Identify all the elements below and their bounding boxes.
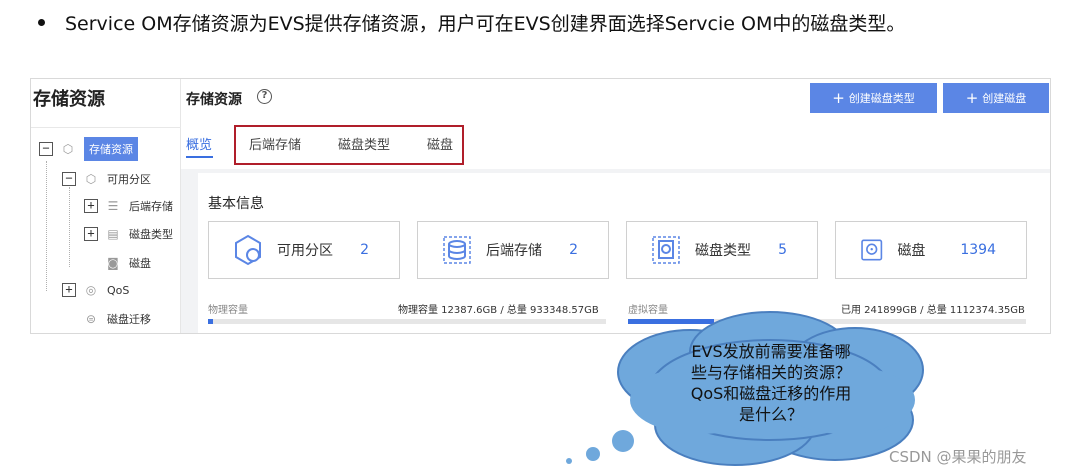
stat-card-disk[interactable]: 磁盘 1394 [835,221,1027,279]
watermark: CSDN @果果的朋友 [889,448,1027,466]
stat-value: 5 [778,242,787,258]
tab-highlight-box [234,125,464,165]
physical-capacity-value: 物理容量 12387.6GB / 总量 933348.57GB [398,305,599,316]
stat-value: 2 [569,242,578,258]
disk-icon [861,239,883,261]
tree-item-availability-zone[interactable]: − ⬡ 可用分区 [62,171,151,187]
virtual-capacity-label: 虚拟容量 [628,305,668,316]
disk-type-icon: ▤ [107,227,119,241]
stat-label: 磁盘 [897,243,926,259]
backend-storage-icon [443,236,471,264]
help-icon[interactable]: ? [257,89,272,104]
callout-line: EVS发放前需要准备哪 [691,342,851,361]
tree-item-label: 存储资源 [84,137,138,161]
hexagon-icon: ⬡ [85,172,97,186]
disk-icon: ◙ [107,256,119,270]
tree-item-label: 后端存储 [129,200,173,213]
stat-card-disk-type[interactable]: 磁盘类型 5 [626,221,818,279]
collapse-icon[interactable]: − [39,142,53,156]
physical-capacity-label: 物理容量 [208,305,248,316]
virtual-capacity-fill [628,319,715,324]
plus-icon: + [965,89,979,107]
stat-label: 可用分区 [277,243,333,259]
tree-item-backend-storage[interactable]: + ☰ 后端存储 [84,198,173,214]
tree-line [46,161,47,291]
expand-icon[interactable]: + [84,199,98,213]
main-panel: 存储资源 ? + 创建磁盘类型 + 创建磁盘 概览 后端存储 磁盘类型 磁盘 基… [181,79,1050,333]
tree-item-disk[interactable]: ◙ 磁盘 [106,255,151,271]
physical-capacity-bar [208,319,606,324]
tree-line [69,187,70,267]
tree-item-storage-resource[interactable]: − ⬡ 存储资源 [39,137,138,161]
expand-icon[interactable]: + [62,283,76,297]
callout-line: 是什么？ [738,405,803,424]
section-title: 基本信息 [208,196,264,212]
callout-line: 些与存储相关的资源？ [690,363,851,382]
virtual-capacity-bar [628,319,1026,324]
callout-line: QoS和磁盘迁移的作用 [690,384,852,403]
bullet-text: Service OM存储资源为EVS提供存储资源，用户可在EVS创建界面选择Se… [65,13,906,35]
tree-item-label: 磁盘 [129,257,151,270]
zone-icon [235,234,261,266]
tree-item-disk-type[interactable]: + ▤ 磁盘类型 [84,226,173,242]
create-disk-type-button[interactable]: + 创建磁盘类型 [810,83,937,113]
tree-item-label: QoS [107,283,130,297]
migrate-icon: ⊜ [85,312,97,326]
stat-card-availability-zone[interactable]: 可用分区 2 [208,221,400,279]
tree-item-label: 磁盘类型 [129,228,173,241]
create-disk-button[interactable]: + 创建磁盘 [943,83,1049,113]
stat-label: 后端存储 [486,243,542,259]
hexagon-icon: ⬡ [62,142,74,156]
page-title: 存储资源 [186,92,242,108]
active-tab-indicator [186,156,213,158]
callout-text: EVS发放前需要准备哪 些与存储相关的资源？ QoS和磁盘迁移的作用 是什么？ [658,341,884,425]
stat-value: 1394 [960,242,996,258]
slide-bullet: Service OM存储资源为EVS提供存储资源，用户可在EVS创建界面选择Se… [38,9,905,36]
storage-resource-screenshot: 存储资源 − ⬡ 存储资源 − ⬡ 可用分区 + ☰ 后端存储 + ▤ 磁盘类型… [30,78,1051,334]
collapse-icon[interactable]: − [62,172,76,186]
storage-icon: ☰ [107,199,119,213]
button-label: 创建磁盘 [982,92,1027,105]
disk-type-icon [652,236,680,264]
button-label: 创建磁盘类型 [848,92,915,105]
physical-capacity-fill [208,319,214,324]
stat-card-backend-storage[interactable]: 后端存储 2 [417,221,609,279]
stat-label: 磁盘类型 [695,243,751,259]
stat-value: 2 [360,242,369,258]
tab-overview[interactable]: 概览 [186,134,212,153]
tree-item-qos[interactable]: + ◎ QoS [62,283,129,297]
virtual-capacity-value: 已用 241899GB / 总量 1112374.35GB [841,305,1025,316]
qos-icon: ◎ [85,283,97,297]
sidebar-title: 存储资源 [33,89,105,110]
plus-icon: + [832,89,845,107]
bullet-dot [38,19,45,26]
basic-info-card: 基本信息 可用分区 2 后端存储 2 磁盘类型 5 磁盘 1394 物理容量 物… [198,173,1050,333]
sidebar: 存储资源 − ⬡ 存储资源 − ⬡ 可用分区 + ☰ 后端存储 + ▤ 磁盘类型… [31,79,181,333]
tree-item-label: 磁盘迁移 [107,313,151,326]
tree-item-label: 可用分区 [107,173,151,186]
tree-item-disk-migration[interactable]: ⊜ 磁盘迁移 [84,311,151,327]
expand-icon[interactable]: + [84,227,98,241]
sidebar-divider [31,127,181,128]
